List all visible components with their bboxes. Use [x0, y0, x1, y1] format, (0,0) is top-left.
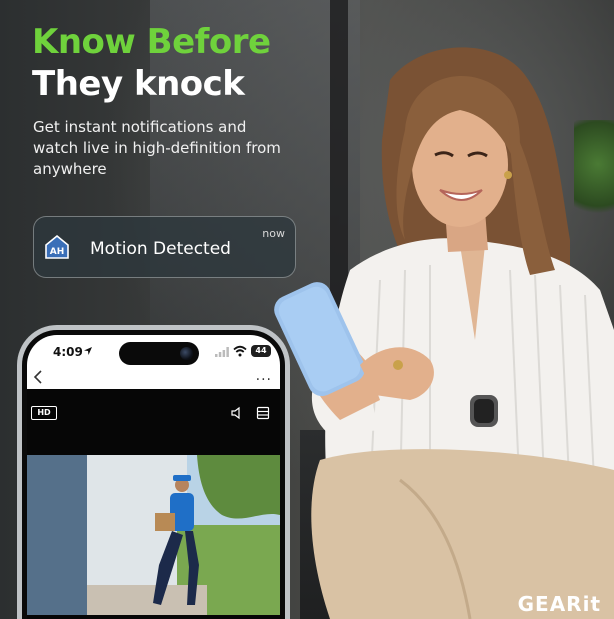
- house-app-icon: AH: [45, 234, 69, 259]
- phone-bezel: 4:09 44 ... HD: [22, 330, 285, 619]
- notification-title: Motion Detected: [90, 239, 231, 259]
- headline-line-1: Know Before: [32, 22, 271, 62]
- headline-line-2: They knock: [32, 64, 245, 104]
- wifi-icon: [233, 345, 247, 357]
- speaker-icon[interactable]: [230, 406, 244, 420]
- doorbell-camera-feed[interactable]: [27, 455, 280, 615]
- app-nav-bar: ...: [27, 367, 280, 389]
- notification-time: now: [262, 227, 285, 240]
- phone-mockup: 4:09 44 ... HD: [17, 325, 290, 619]
- storage-icon[interactable]: [256, 406, 270, 420]
- camera-icon: [180, 347, 193, 360]
- subtitle-text: Get instant notifications and watch live…: [33, 118, 281, 178]
- dynamic-island: [119, 342, 199, 365]
- app-icon-text: AH: [50, 247, 65, 257]
- motion-notification[interactable]: AH Motion Detected now: [33, 216, 296, 278]
- location-arrow-icon: [84, 347, 92, 355]
- more-dots-icon[interactable]: ...: [256, 368, 272, 384]
- live-view-panel: HD: [27, 389, 280, 619]
- ad-canvas: Know Before They knock Get instant notif…: [0, 0, 614, 619]
- back-chevron-icon[interactable]: [33, 370, 43, 384]
- battery-icon: 44: [251, 345, 271, 357]
- status-bar: 4:09 44: [27, 335, 280, 367]
- woman-holding-phone-photo: [274, 47, 614, 619]
- gearit-logo: GEARit: [517, 592, 601, 616]
- hd-toggle-button[interactable]: HD: [31, 406, 57, 420]
- status-time: 4:09: [53, 345, 83, 359]
- phone-screen: 4:09 44 ... HD: [27, 335, 280, 619]
- signal-icon: [215, 347, 229, 357]
